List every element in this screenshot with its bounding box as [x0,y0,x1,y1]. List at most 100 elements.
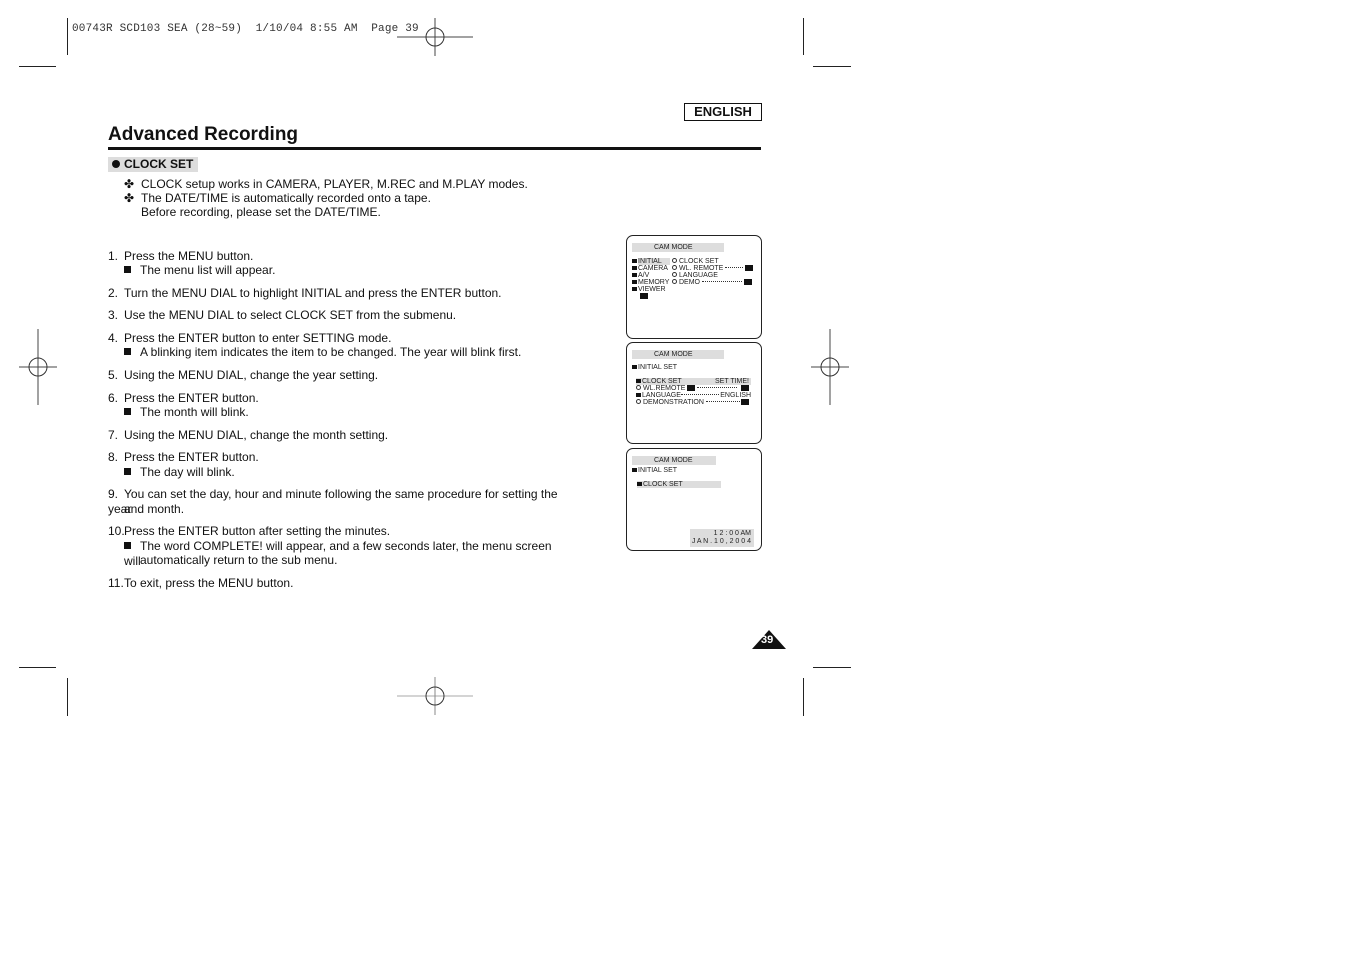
block-icon [741,399,749,405]
menu-item: A/V [632,272,649,279]
step-note-text: A blinking item indicates the item to be… [140,345,522,359]
menu-item-label: INITIAL [638,258,670,265]
submenu-item: WL. REMOTE [672,265,754,272]
step: 1. Press the MENU button. [108,249,578,264]
step-note: A blinking item indicates the item to be… [124,345,564,360]
folder-icon [632,468,637,472]
leader-dots [680,394,719,395]
folder-icon [632,280,637,284]
step: 6. Press the ENTER button. [108,391,578,406]
crop-mark [19,66,56,67]
date-value: J A N . 1 0 , 2 0 0 4 [691,538,751,545]
submenu-item: DEMONSTRATION [636,399,751,406]
crop-mark [19,667,56,668]
menu-item-label: CAMERA [638,265,668,272]
step: 10.Press the ENTER button after setting … [108,524,578,539]
step-text: Turn the MENU DIAL to highlight INITIAL … [124,286,502,300]
step-note: The day will blink. [124,465,564,480]
submenu-item-selected: CLOCK SET [637,481,721,488]
lcd-screen-menu: CAM MODE INITIAL CAMERA A/V MEMORY VIEWE… [626,235,762,339]
parent-menu: INITIAL SET [632,467,677,474]
step-text: To exit, press the MENU button. [124,576,294,590]
step: 8. Press the ENTER button. [108,450,578,465]
screen-mode-header: CAM MODE [632,456,716,465]
note-text: Before recording, please set the DATE/TI… [141,205,381,219]
submenu-item-label: LANGUAGE [679,272,718,279]
step-text: Press the ENTER button. [124,391,259,405]
step-number: 7. [108,428,119,442]
lcd-screen-clock-set: CAM MODE INITIAL SET CLOCK SET 1 2 : 0 0… [626,448,762,551]
diamond-icon [672,279,677,284]
submenu-item-label: CLOCK SET [679,258,719,265]
menu-item: VIEWER [632,286,666,293]
leader-dots [701,281,742,282]
note: ✤ CLOCK setup works in CAMERA, PLAYER, M.… [124,177,528,191]
step-note-continuation: automatically return to the sub menu. [140,553,580,568]
step-text: Using the MENU DIAL, change the year set… [124,368,379,382]
step: 4. Press the ENTER button to enter SETTIN… [108,331,578,346]
step-number: 6. [108,391,119,405]
block-icon [745,265,754,271]
diamond-icon [672,272,677,277]
page-title: Advanced Recording [108,124,299,145]
step-note: The menu list will appear. [124,263,564,278]
step-text: Using the MENU DIAL, change the month se… [124,428,389,442]
square-bullet-icon [124,408,131,415]
submenu-item-label: WL.REMOTE [643,385,686,392]
folder-icon [632,287,637,291]
submenu-item-label: CLOCK SET [642,378,682,385]
menu-item-label: MEMORY [638,279,670,286]
bullet-icon [112,160,120,168]
section-heading: CLOCK SET [108,157,199,172]
submenu-item: LANGUAGE [672,272,718,279]
parent-menu-label: INITIAL SET [638,364,678,371]
step-continuation: and month. [124,502,594,517]
page-number-badge: 39 [752,630,786,649]
step: 7. Using the MENU DIAL, change the month … [108,428,578,443]
square-bullet-icon [124,348,131,355]
step-text: Use the MENU DIAL to select CLOCK SET fr… [124,308,457,322]
registration-mark-icon [19,329,57,405]
cross-bullet-icon: ✤ [124,191,135,205]
folder-icon [632,266,637,270]
crop-mark [803,18,804,55]
diamond-icon [672,265,677,270]
lcd-screen-initial-set: CAM MODE INITIAL SET CLOCK SET SET TIME! … [626,342,762,444]
submenu-item: WL.REMOTE [636,385,751,392]
language-badge: ENGLISH [684,103,762,121]
page-number: 39 [761,634,774,646]
cross-bullet-icon: ✤ [124,177,135,191]
title-rule [108,147,761,150]
menu-item: MEMORY [632,279,669,286]
step-text: Press the MENU button. [124,249,254,263]
folder-icon [632,365,637,369]
step-note-text: automatically return to the sub menu. [140,553,338,567]
note: ✤ The DATE/TIME is automatically recorded… [124,191,431,205]
print-slug: 00743R SCD103 SEA (28~59) 1/10/04 8:55 A… [72,23,419,35]
step-number: 3. [108,308,119,322]
screen-mode-header: CAM MODE [632,350,724,359]
leader-dots [697,387,738,388]
crop-mark [67,678,68,716]
folder-icon [637,482,642,486]
submenu-item-value: ENGLISH [720,392,751,399]
step-note: The month will blink. [124,405,564,420]
menu-item: INITIAL [632,258,670,265]
diamond-icon [636,385,641,390]
note-text: CLOCK setup works in CAMERA, PLAYER, M.R… [141,177,528,191]
square-bullet-icon [124,542,131,549]
square-bullet-icon [124,266,131,273]
menu-item-label: VIEWER [638,286,666,293]
parent-menu: INITIAL SET [632,364,677,371]
folder-icon [636,393,641,397]
registration-mark-icon [397,677,473,715]
block-icon [741,385,749,391]
screen-mode-header: CAM MODE [632,243,724,252]
cursor-block-icon [640,293,648,300]
crop-mark [813,66,851,67]
step-number: 9. [108,487,119,501]
menu-item: CAMERA [632,265,668,272]
registration-mark-icon [811,329,849,405]
step-number: 4. [108,331,119,345]
step-number: 10. [108,524,125,538]
